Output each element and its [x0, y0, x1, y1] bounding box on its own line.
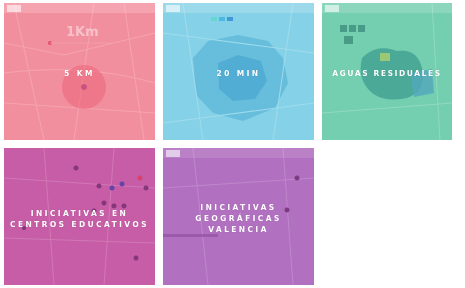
- mini-header: [322, 3, 452, 13]
- mini-header: [163, 3, 314, 13]
- tile-label: INICIATIVAS GEOGRÁFICAS VALENCIA: [195, 203, 282, 234]
- tile-20min[interactable]: 20 MIN: [163, 3, 314, 140]
- logo-icon: [166, 5, 180, 12]
- tile-label: 20 MIN: [216, 69, 261, 78]
- logo-icon: [325, 5, 339, 12]
- tile-aguas-residuales[interactable]: AGUAS RESIDUALES: [322, 3, 452, 140]
- tile-centros-educativos[interactable]: INICIATIVAS EN CENTROS EDUCATIVOS: [4, 148, 155, 285]
- logo-icon: [166, 150, 180, 157]
- tile-label: AGUAS RESIDUALES: [332, 69, 442, 78]
- tile-geograficas-valencia[interactable]: INICIATIVAS GEOGRÁFICAS VALENCIA: [163, 148, 314, 285]
- logo-icon: [7, 5, 21, 12]
- mini-header: [4, 3, 155, 13]
- map-annotation: 1Km: [66, 25, 99, 40]
- tile-label: 5 KM: [64, 69, 95, 78]
- tile-5km[interactable]: 1Km 5 KM: [4, 3, 155, 140]
- tile-label: INICIATIVAS EN CENTROS EDUCATIVOS: [10, 209, 149, 229]
- mini-header: [163, 148, 314, 158]
